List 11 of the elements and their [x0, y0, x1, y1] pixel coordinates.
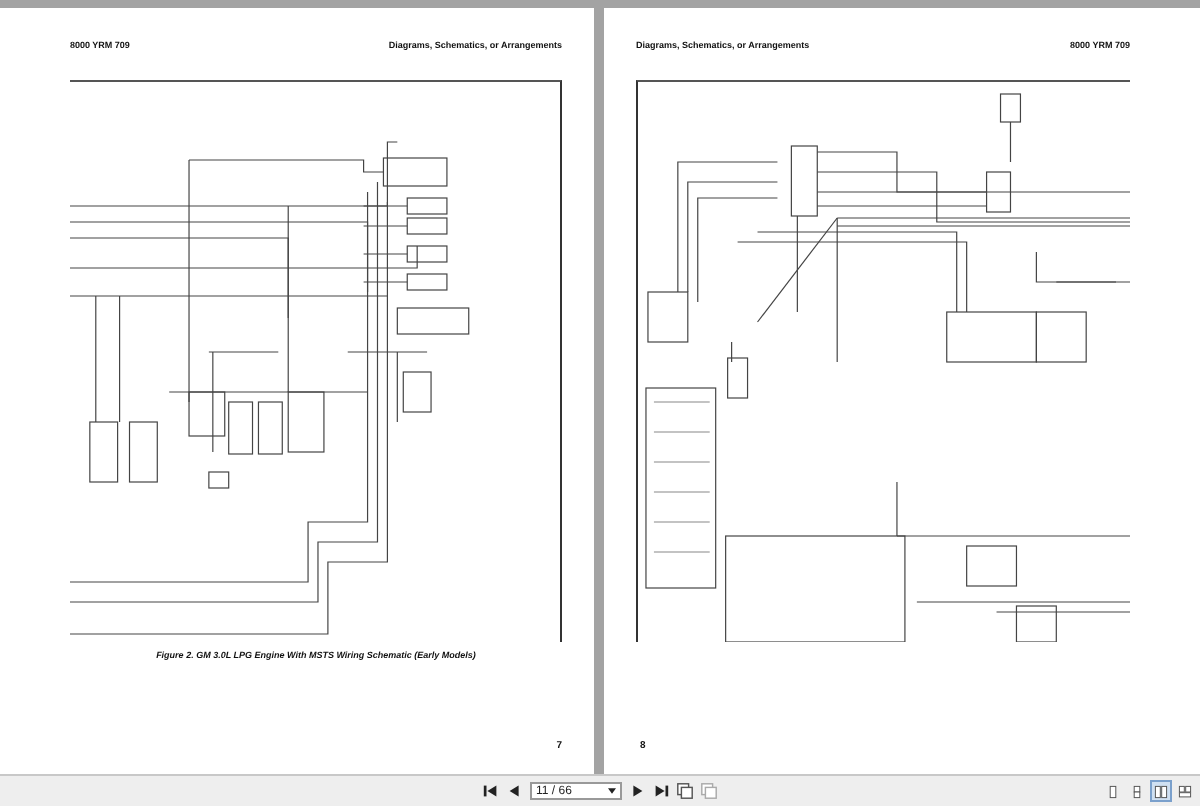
page-grid-icon: [1178, 783, 1192, 799]
first-page-icon[interactable]: [482, 782, 500, 800]
single-page-icon: [1106, 783, 1120, 799]
next-page-icon[interactable]: [628, 782, 646, 800]
stacked-pages-icon: [1130, 783, 1144, 799]
view-mode-button[interactable]: [1150, 780, 1172, 802]
view-mode-button[interactable]: [1174, 780, 1196, 802]
last-page-icon[interactable]: [652, 782, 670, 800]
previous-page-icon[interactable]: [506, 782, 524, 800]
caret-icon[interactable]: [608, 788, 616, 794]
two-page-icon: [1154, 783, 1168, 799]
